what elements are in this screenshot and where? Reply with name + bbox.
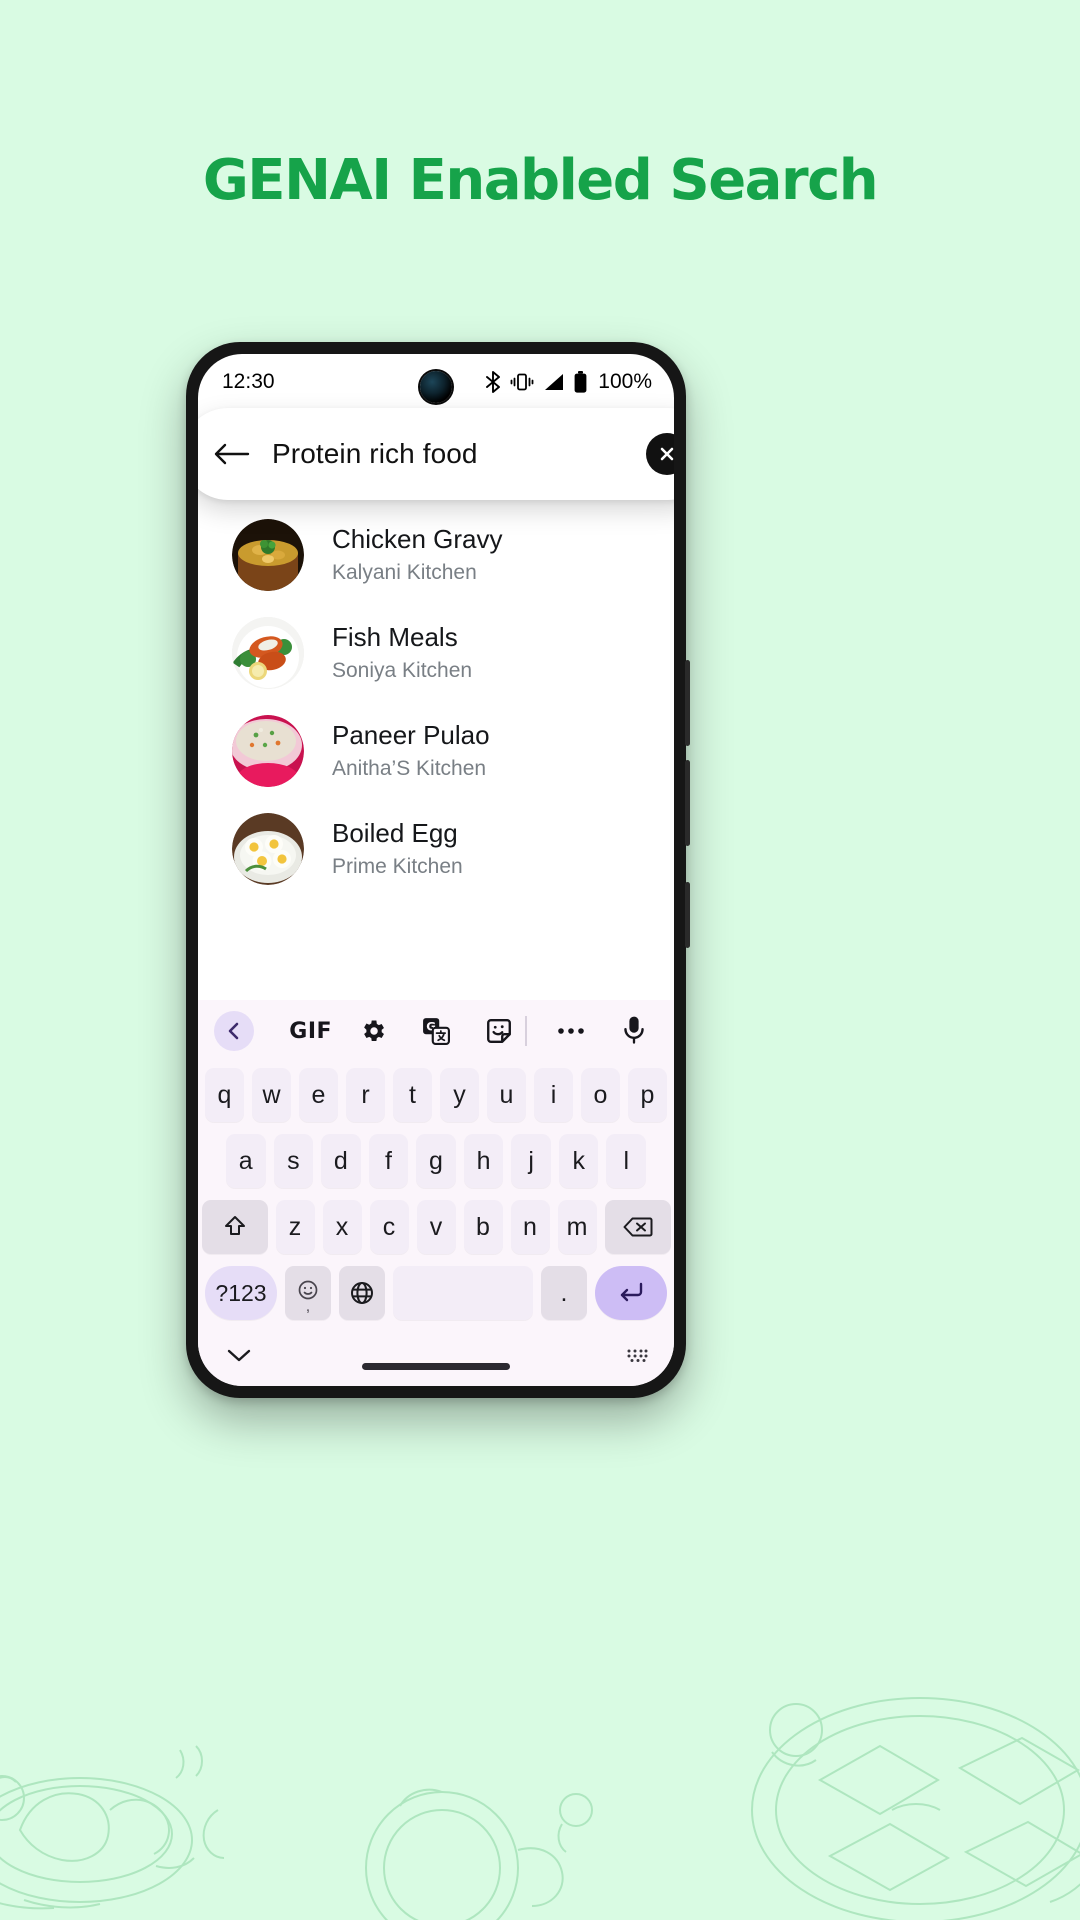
key-c[interactable]: c — [369, 1200, 409, 1254]
emoji-key[interactable]: , — [285, 1266, 331, 1320]
key-u[interactable]: u — [487, 1068, 526, 1122]
status-time: 12:30 — [222, 370, 275, 393]
search-results-list: Chicken Gravy Kalyani Kitchen Fish Meals… — [198, 506, 674, 898]
handwriting-toggle-button[interactable] — [626, 1347, 648, 1368]
key-s[interactable]: s — [273, 1134, 314, 1188]
keyboard-row-2: a s d f g h j k l — [198, 1128, 674, 1194]
keyboard-toolbar: GIF G — [198, 1000, 674, 1062]
expand-toolbar-chevron-icon[interactable] — [214, 1011, 254, 1051]
key-a[interactable]: a — [225, 1134, 266, 1188]
boiled-egg-thumbnail — [232, 813, 304, 885]
food-doodle-left — [0, 1745, 225, 1910]
food-doodle-right — [751, 1697, 1080, 1920]
enter-key[interactable] — [595, 1266, 667, 1320]
mic-icon[interactable] — [612, 1009, 656, 1053]
chevron-down-icon — [227, 1349, 251, 1361]
signal-icon — [545, 374, 564, 390]
close-icon — [660, 447, 674, 461]
result-subtitle: Soniya Kitchen — [332, 659, 473, 683]
power-button[interactable] — [685, 882, 690, 948]
shift-key[interactable] — [201, 1200, 268, 1254]
page-title: GENAI Enabled Search — [202, 148, 879, 213]
backspace-key[interactable] — [604, 1200, 671, 1254]
key-h[interactable]: h — [463, 1134, 504, 1188]
key-r[interactable]: r — [346, 1068, 385, 1122]
collapse-keyboard-button[interactable] — [226, 1347, 252, 1368]
result-subtitle: Kalyani Kitchen — [332, 561, 477, 585]
list-item[interactable]: Boiled Egg Prime Kitchen — [198, 800, 674, 898]
result-title: Paneer Pulao — [332, 719, 490, 750]
paneer-pulao-thumbnail — [232, 715, 304, 787]
keyboard-dots-icon — [627, 1349, 648, 1362]
enter-icon — [620, 1282, 643, 1302]
key-w[interactable]: w — [252, 1068, 291, 1122]
clear-search-button[interactable] — [646, 433, 674, 475]
key-b[interactable]: b — [463, 1200, 503, 1254]
search-input[interactable]: Protein rich food — [272, 438, 646, 470]
key-q[interactable]: q — [205, 1068, 244, 1122]
key-y[interactable]: y — [440, 1068, 479, 1122]
backspace-icon — [623, 1217, 652, 1237]
key-i[interactable]: i — [534, 1068, 573, 1122]
list-item[interactable]: Paneer Pulao Anitha’S Kitchen — [198, 702, 674, 800]
on-screen-keyboard: GIF G q w e r t y u i o p a s d f g h j … — [198, 1000, 674, 1386]
volume-down-button[interactable] — [685, 760, 690, 846]
phone-mockup: 12:30 100% Protein rich food Chicken Gra… — [186, 342, 690, 1398]
key-n[interactable]: n — [510, 1200, 550, 1254]
key-l[interactable]: l — [606, 1134, 647, 1188]
key-t[interactable]: t — [393, 1068, 432, 1122]
key-o[interactable]: o — [581, 1068, 620, 1122]
result-title: Boiled Egg — [332, 817, 458, 848]
keyboard-row-3: z x c v b n m — [198, 1194, 674, 1260]
key-j[interactable]: j — [511, 1134, 551, 1188]
numeric-key[interactable]: ?123 — [205, 1266, 277, 1320]
result-subtitle: Anitha’S Kitchen — [332, 757, 487, 781]
keyboard-bottom-bar — [198, 1328, 674, 1386]
list-item[interactable]: Chicken Gravy Kalyani Kitchen — [198, 506, 674, 604]
battery-icon — [574, 371, 587, 393]
globe-icon — [351, 1282, 373, 1304]
list-item[interactable]: Fish Meals Soniya Kitchen — [198, 604, 674, 702]
vibrate-icon — [510, 373, 534, 391]
gif-button[interactable]: GIF — [289, 1009, 333, 1053]
space-key[interactable] — [393, 1266, 533, 1320]
language-switch-key[interactable] — [339, 1266, 385, 1320]
keyboard-row-1: q w e r t y u i o p — [198, 1062, 674, 1128]
search-bar[interactable]: Protein rich food — [198, 408, 674, 500]
key-v[interactable]: v — [416, 1200, 456, 1254]
chicken-gravy-thumbnail — [232, 519, 304, 591]
result-title: Chicken Gravy — [332, 523, 503, 554]
translate-icon[interactable]: G — [414, 1009, 458, 1053]
key-p[interactable]: p — [628, 1068, 667, 1122]
emoji-comma-label: , — [305, 1298, 311, 1315]
period-key[interactable]: . — [541, 1266, 587, 1320]
result-subtitle: Prime Kitchen — [332, 855, 463, 879]
gear-icon[interactable] — [351, 1009, 395, 1053]
key-z[interactable]: z — [275, 1200, 315, 1254]
key-d[interactable]: d — [321, 1134, 361, 1188]
key-m[interactable]: m — [557, 1200, 597, 1254]
key-g[interactable]: g — [416, 1134, 456, 1188]
toolbar-divider — [524, 1016, 527, 1046]
battery-percentage: 100% — [598, 370, 652, 393]
key-k[interactable]: k — [558, 1134, 599, 1188]
result-title: Fish Meals — [332, 621, 458, 652]
back-arrow-icon[interactable] — [214, 441, 250, 467]
shift-icon — [224, 1216, 245, 1235]
status-icons: 100% — [485, 370, 652, 394]
fish-meals-thumbnail — [232, 617, 304, 689]
front-camera-punch-hole — [420, 371, 452, 403]
sticker-icon[interactable] — [477, 1009, 521, 1053]
more-options-icon[interactable] — [549, 1009, 593, 1053]
home-indicator — [362, 1363, 510, 1370]
volume-up-button[interactable] — [685, 660, 690, 746]
food-doodle-middle — [365, 1788, 593, 1920]
keyboard-row-4: ?123 , . — [198, 1260, 674, 1328]
bluetooth-icon — [486, 371, 501, 393]
status-bar: 12:30 100% — [198, 354, 674, 410]
phone-screen: 12:30 100% Protein rich food Chicken Gra… — [198, 354, 674, 1386]
key-f[interactable]: f — [368, 1134, 409, 1188]
key-e[interactable]: e — [299, 1068, 338, 1122]
key-x[interactable]: x — [322, 1200, 362, 1254]
